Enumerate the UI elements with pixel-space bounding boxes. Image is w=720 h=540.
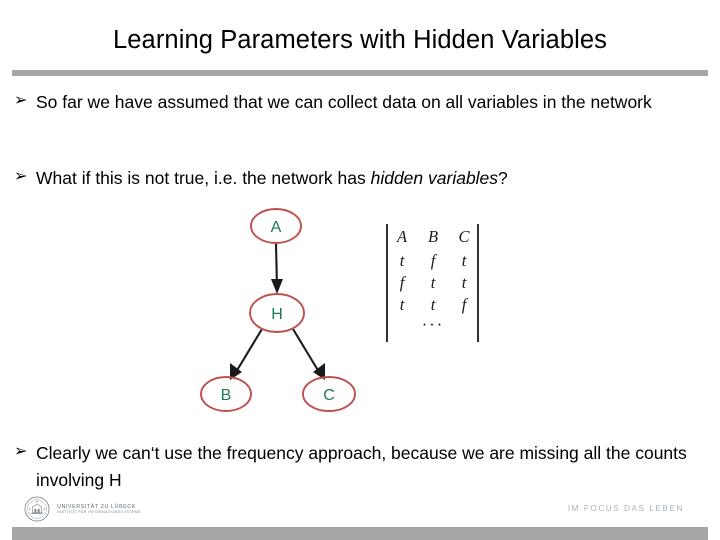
- edge-h-to-b: [235, 328, 263, 373]
- bullet-text-emphasis: hidden variables: [370, 168, 499, 188]
- footer-divider: [12, 527, 708, 540]
- matrix-cell: f: [431, 251, 438, 270]
- university-seal-icon: [24, 496, 50, 522]
- bullet-text: What if this is not true, i.e. the netwo…: [36, 165, 704, 192]
- node-a-label: A: [271, 219, 282, 236]
- bullet-text-main: Clearly we can‘t use the frequency appro…: [36, 443, 687, 490]
- node-a: A: [250, 208, 302, 244]
- matrix-cell: f: [462, 295, 469, 314]
- bullet-item-so-far: ➢ So far we have assumed that we can col…: [14, 89, 654, 116]
- matrix-cell: t: [400, 295, 405, 314]
- node-c: C: [302, 376, 356, 412]
- data-matrix: A B C t f t f t t t t f ···: [386, 224, 479, 342]
- matrix-header-c: C: [458, 227, 470, 246]
- matrix-header-a: A: [396, 227, 408, 246]
- bayesian-network-diagram: A H B C A B C t f t f t t t t f ···: [188, 200, 508, 425]
- network-svg: A H B C A B C t f t f t t t t f ···: [200, 208, 479, 412]
- page-title: Learning Parameters with Hidden Variable…: [112, 26, 608, 54]
- bullet-text: Clearly we can‘t use the frequency appro…: [36, 440, 714, 493]
- node-h: H: [249, 293, 305, 333]
- bullet-text-lead: What if this is not true, i.e. the netwo…: [36, 168, 371, 188]
- matrix-cell: t: [431, 295, 436, 314]
- university-logo: UNIVERSITÄT ZU LÜBECK INSTITUT FÜR INFOR…: [24, 496, 141, 522]
- node-b: B: [200, 376, 252, 412]
- matrix-cell: t: [462, 273, 467, 292]
- node-c-label: C: [323, 387, 335, 404]
- bullet-arrow-icon: ➢: [14, 92, 28, 109]
- bullet-text-main: So far we have assumed that we can colle…: [36, 92, 652, 112]
- bullet-item-what-if: ➢ What if this is not true, i.e. the net…: [14, 165, 704, 192]
- node-group: A H B C: [200, 208, 356, 412]
- matrix-header-b: B: [428, 227, 438, 246]
- edge-h-to-c: [292, 328, 320, 373]
- matrix-ellipsis: ···: [422, 315, 444, 334]
- matrix-cell: t: [462, 251, 467, 270]
- arrowhead-a-to-h: [271, 279, 283, 294]
- bullet-text-trail: ?: [498, 168, 508, 188]
- matrix-cell: t: [431, 273, 436, 292]
- bullet-arrow-icon: ➢: [14, 168, 28, 185]
- node-b-label: B: [221, 387, 232, 404]
- title-divider: [12, 70, 708, 76]
- slide: Learning Parameters with Hidden Variable…: [0, 0, 720, 540]
- bullet-arrow-icon: ➢: [14, 443, 28, 460]
- university-name: UNIVERSITÄT ZU LÜBECK: [57, 503, 136, 510]
- bullet-item-frequency: ➢ Clearly we can‘t use the frequency app…: [14, 440, 714, 493]
- institute-name: INSTITUT FÜR INFORMATIONSSYSTEME: [57, 510, 141, 515]
- matrix-cell: t: [400, 251, 405, 270]
- bullet-text: So far we have assumed that we can colle…: [36, 89, 654, 116]
- university-logo-text: UNIVERSITÄT ZU LÜBECK INSTITUT FÜR INFOR…: [57, 503, 141, 516]
- node-h-label: H: [271, 306, 283, 323]
- footer-tagline: IM FOCUS DAS LEBEN: [567, 504, 684, 513]
- matrix-cell: f: [400, 273, 407, 292]
